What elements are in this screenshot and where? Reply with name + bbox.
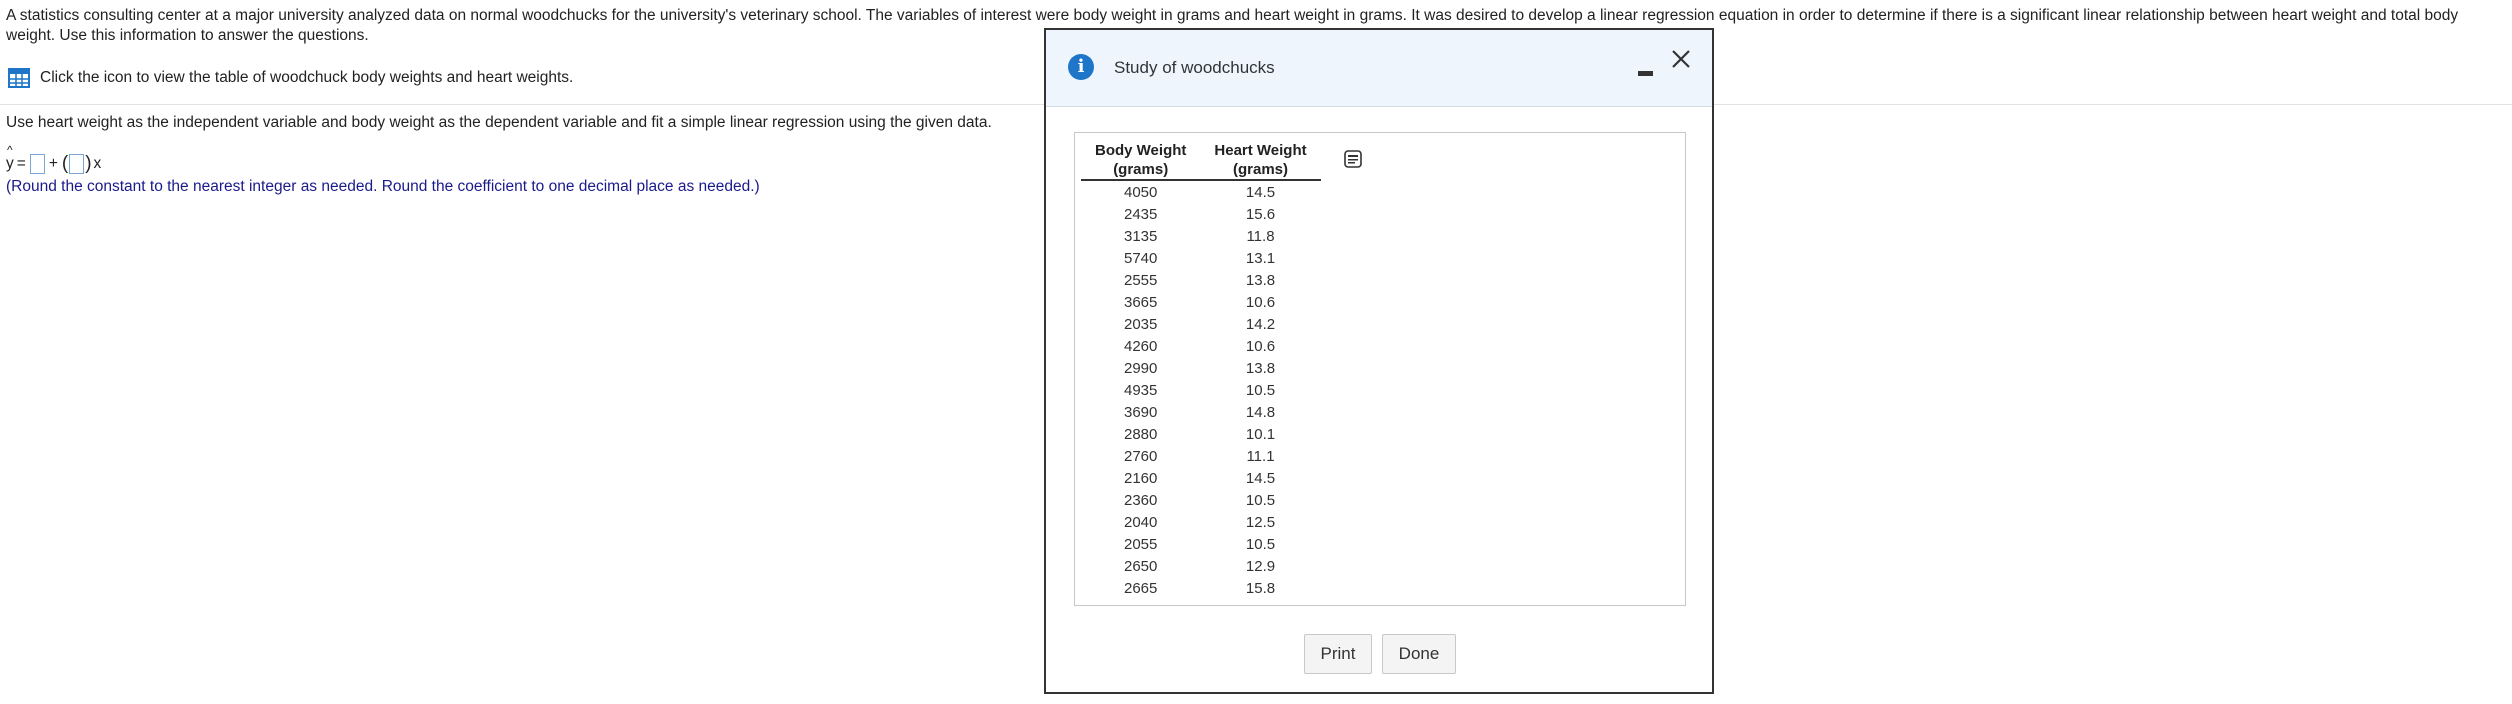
- equals-sign: =: [16, 155, 26, 172]
- heart-weight-cell: 11.8: [1246, 227, 1275, 245]
- body-weight-cell: 3135: [1124, 227, 1158, 245]
- woodchuck-data-table: Body Weight (grams) Heart Weight (grams)…: [1081, 139, 1321, 599]
- print-button[interactable]: Print: [1304, 634, 1372, 674]
- close-icon[interactable]: [1666, 44, 1696, 74]
- body-weight-cell: 2665: [1124, 579, 1158, 597]
- table-row: 4260 10.6: [1081, 335, 1321, 357]
- table-grid-icon[interactable]: [8, 68, 30, 88]
- table-row: 3135 11.8: [1081, 225, 1321, 247]
- body-weight-cell: 2760: [1124, 447, 1158, 465]
- heart-weight-cell: 14.8: [1245, 403, 1276, 421]
- body-weight-cell: 2555: [1124, 271, 1158, 289]
- heart-weight-cell: 10.6: [1245, 293, 1276, 311]
- heart-weight-cell: 14.5: [1245, 469, 1276, 487]
- heart-weight-cell: 13.8: [1245, 359, 1276, 377]
- table-row: 3690 14.8: [1081, 401, 1321, 423]
- body-weight-cell: 2160: [1124, 469, 1158, 487]
- heart-weight-cell: 10.5: [1245, 381, 1276, 399]
- data-table-frame: Body Weight (grams) Heart Weight (grams)…: [1074, 132, 1686, 606]
- table-row: 2360 10.5: [1081, 489, 1321, 511]
- table-row: 2040 12.5: [1081, 511, 1321, 533]
- column-header-body-weight: Body Weight (grams): [1081, 139, 1201, 181]
- body-weight-cell: 4935: [1124, 381, 1158, 399]
- body-weight-cell: 2990: [1124, 359, 1158, 377]
- y-hat-symbol: ^ y: [6, 143, 14, 173]
- heart-weight-cell: 13.8: [1245, 271, 1276, 289]
- close-paren: ): [85, 153, 92, 174]
- heart-weight-cell: 15.8: [1245, 579, 1276, 597]
- heart-weight-cell: 15.6: [1245, 205, 1276, 223]
- dialog-header: i Study of woodchucks: [1046, 30, 1712, 107]
- regression-equation: ^ y = + ( ) x: [6, 143, 102, 176]
- table-row: 2160 14.5: [1081, 467, 1321, 489]
- table-row: 2880 10.1: [1081, 423, 1321, 445]
- body-weight-cell: 2040: [1124, 513, 1158, 531]
- body-weight-cell: 5740: [1124, 249, 1158, 267]
- heart-weight-cell: 14.5: [1245, 183, 1276, 201]
- table-row: 2650 12.9: [1081, 555, 1321, 577]
- table-row: 2990 13.8: [1081, 357, 1321, 379]
- heart-weight-cell: 14.2: [1245, 315, 1276, 333]
- column-header-heart-weight: Heart Weight (grams): [1200, 139, 1321, 181]
- table-body: 4050 14.5 2435 15.6 3135 11.8 5740 13.1 2555 13.8…: [1081, 180, 1321, 599]
- woodchuck-data-dialog: i Study of woodchucks Body Weight (grams…: [1044, 28, 1714, 694]
- heart-weight-cell: 11.1: [1246, 447, 1275, 465]
- body-weight-cell: 4260: [1124, 337, 1158, 355]
- body-weight-cell: 3690: [1124, 403, 1158, 421]
- body-weight-cell: 3665: [1124, 293, 1158, 311]
- heart-weight-cell: 12.9: [1245, 557, 1276, 575]
- body-weight-cell: 2650: [1124, 557, 1158, 575]
- constant-answer-box[interactable]: [29, 154, 45, 174]
- table-row: 2055 10.5: [1081, 533, 1321, 555]
- table-row: 4935 10.5: [1081, 379, 1321, 401]
- table-row: 2760 11.1: [1081, 445, 1321, 467]
- hat-accent: ^: [7, 143, 13, 157]
- heart-weight-cell: 10.6: [1245, 337, 1276, 355]
- x-variable: x: [93, 155, 102, 172]
- y-variable: y: [6, 155, 14, 172]
- table-row: 5740 13.1: [1081, 247, 1321, 269]
- body-weight-cell: 2360: [1124, 491, 1158, 509]
- plus-sign: +: [48, 155, 58, 172]
- dialog-title: Study of woodchucks: [1114, 58, 1275, 77]
- view-table-prompt: Click the icon to view the table of wood…: [40, 69, 574, 86]
- info-icon: i: [1068, 54, 1094, 80]
- heart-weight-cell: 10.1: [1245, 425, 1276, 443]
- table-row: 4050 14.5: [1081, 180, 1321, 203]
- table-row: 3665 10.6: [1081, 291, 1321, 313]
- table-row: 2555 13.8: [1081, 269, 1321, 291]
- rounding-hint: (Round the constant to the nearest integ…: [6, 178, 760, 195]
- heart-weight-cell: 12.5: [1245, 513, 1276, 531]
- body-weight-cell: 2880: [1124, 425, 1158, 443]
- table-row: 2435 15.6: [1081, 203, 1321, 225]
- body-weight-cell: 2435: [1124, 205, 1158, 223]
- heart-weight-cell: 10.5: [1245, 491, 1276, 509]
- table-row: 2665 15.8: [1081, 577, 1321, 599]
- copy-icon[interactable]: [1343, 149, 1363, 169]
- body-weight-cell: 4050: [1124, 183, 1158, 201]
- table-row: 2035 14.2: [1081, 313, 1321, 335]
- done-button[interactable]: Done: [1382, 634, 1456, 674]
- view-table-row: Click the icon to view the table of wood…: [8, 68, 573, 88]
- body-weight-cell: 2055: [1124, 535, 1158, 553]
- open-paren: (: [61, 153, 69, 174]
- regression-instruction: Use heart weight as the independent vari…: [6, 114, 992, 131]
- body-weight-cell: 2035: [1124, 315, 1158, 333]
- heart-weight-cell: 13.1: [1245, 249, 1276, 267]
- minimize-icon[interactable]: [1634, 60, 1656, 82]
- coefficient-answer-box[interactable]: [69, 154, 85, 174]
- heart-weight-cell: 10.5: [1245, 535, 1276, 553]
